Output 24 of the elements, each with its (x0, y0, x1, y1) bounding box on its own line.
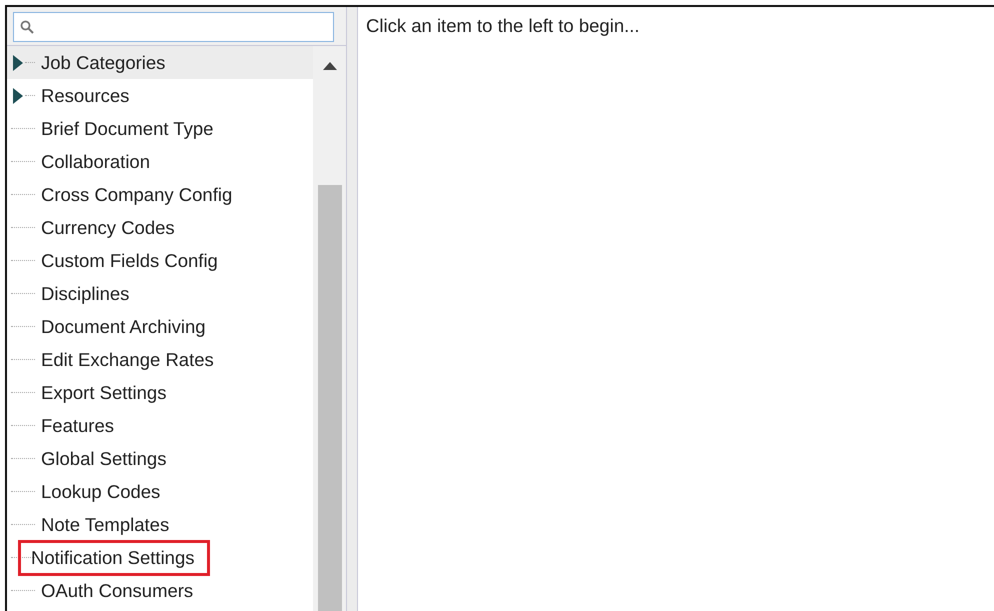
tree-item[interactable]: Features (7, 409, 313, 442)
tree-item[interactable]: Cross Company Config (7, 178, 313, 211)
tree-item[interactable]: Disciplines (7, 277, 313, 310)
tree-item[interactable]: Collaboration (7, 145, 313, 178)
tree-item[interactable]: Job Categories (7, 46, 313, 79)
search-field[interactable] (13, 12, 334, 42)
tree-item[interactable]: Global Settings (7, 442, 313, 475)
search-icon (20, 20, 34, 34)
tree-item[interactable]: Brief Document Type (7, 112, 313, 145)
tree-item[interactable]: Edit Exchange Rates (7, 343, 313, 376)
scrollbar-thumb[interactable] (318, 185, 342, 611)
tree-item[interactable]: Lookup Codes (7, 475, 313, 508)
tree-item[interactable]: Currency Codes (7, 211, 313, 244)
tree-item[interactable]: Note Templates (7, 508, 313, 541)
tree-item[interactable]: Export Settings (7, 376, 313, 409)
expander-icon[interactable] (11, 54, 25, 70)
tree-item[interactable]: Custom Fields Config (7, 244, 313, 277)
placeholder-message: Click an item to the left to begin... (366, 15, 641, 37)
tree-item[interactable]: Resources (7, 79, 313, 112)
tree-item[interactable]: Notification Settings (7, 541, 313, 574)
expander-icon[interactable] (11, 88, 25, 104)
tree-item[interactable]: Document Archiving (7, 310, 313, 343)
scroll-up-icon[interactable] (322, 62, 336, 70)
tree-item[interactable]: OAuth Consumers (7, 574, 313, 607)
